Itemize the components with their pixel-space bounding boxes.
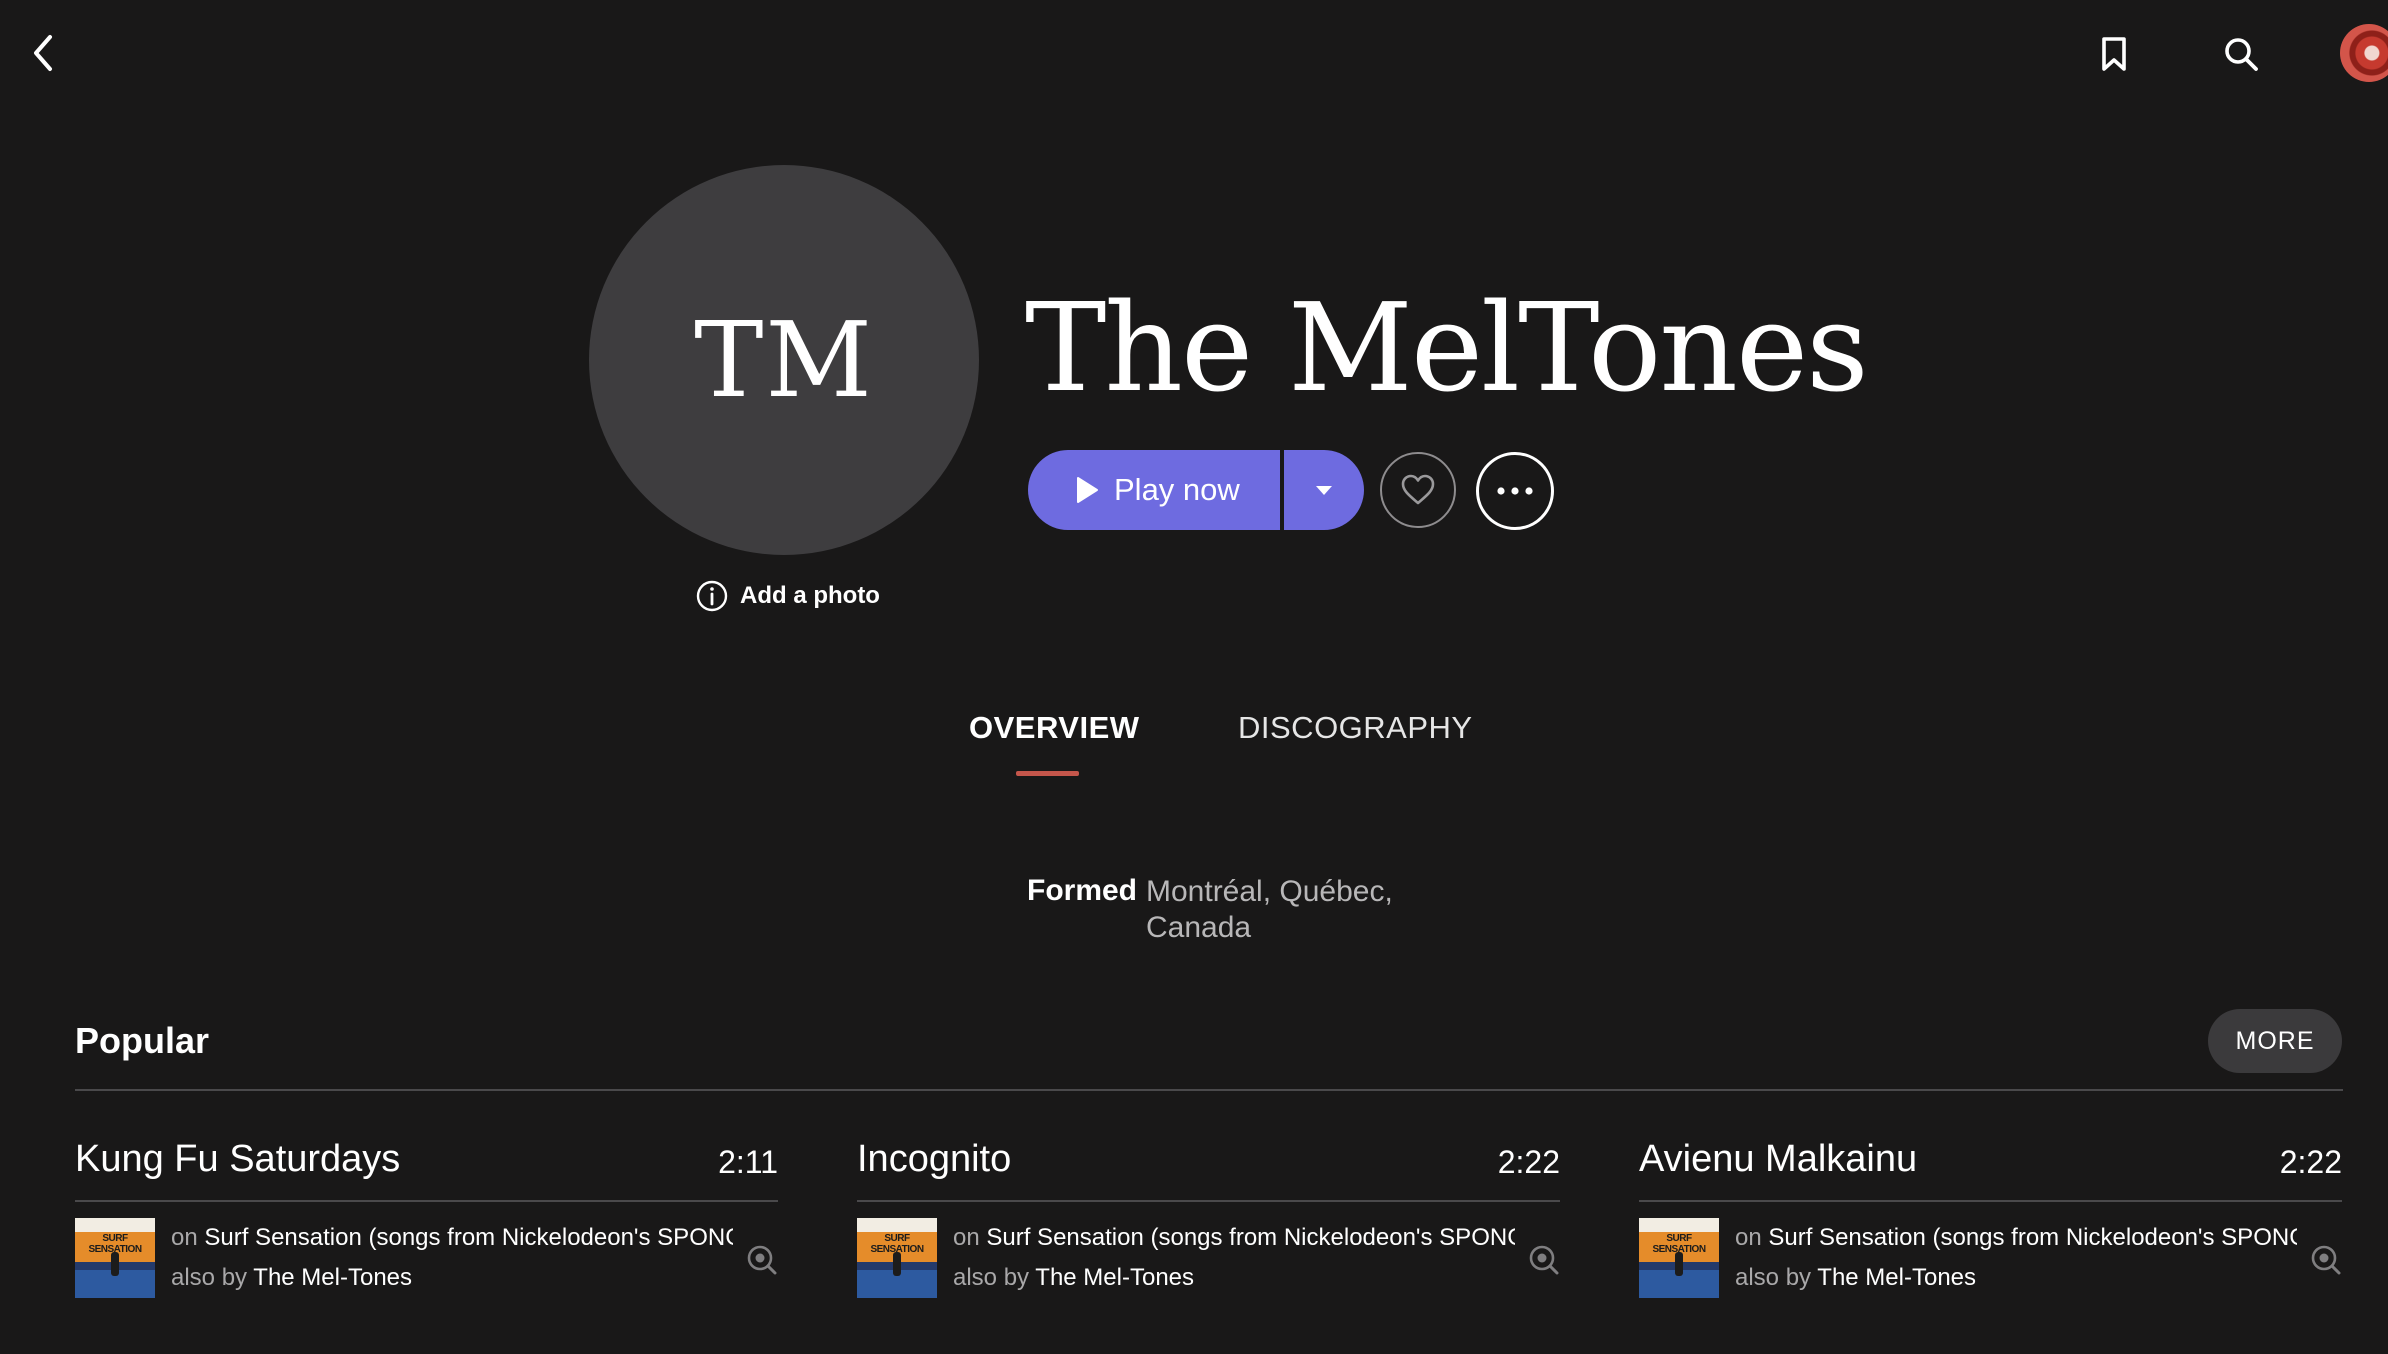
user-avatar[interactable] [2340, 24, 2388, 82]
record-search-icon[interactable] [1528, 1244, 1560, 1276]
section-divider [75, 1089, 2343, 1091]
track-divider [857, 1200, 1560, 1202]
album-link[interactable]: Surf Sensation (songs from Nickelodeon's… [204, 1224, 733, 1251]
track-item[interactable]: Kung Fu Saturdays 2:11 SURF SENSATION on… [75, 1130, 778, 1310]
track-also-line: also by The Mel-Tones [171, 1264, 412, 1292]
chevron-down-icon [1316, 486, 1332, 495]
play-now-button[interactable]: Play now [1028, 450, 1280, 530]
track-album-line: on Surf Sensation (songs from Nickelodeo… [171, 1224, 733, 1252]
also-artist-link[interactable]: The Mel-Tones [1035, 1264, 1194, 1291]
album-cover[interactable]: SURF SENSATION [1639, 1218, 1719, 1298]
heart-icon [1401, 474, 1435, 505]
search-icon [2225, 38, 2258, 71]
play-options-dropdown[interactable] [1284, 450, 1364, 530]
favorite-button[interactable] [1380, 452, 1456, 528]
more-popular-button[interactable]: MORE [2208, 1009, 2342, 1073]
search-button[interactable] [2214, 28, 2268, 80]
record-search-icon[interactable] [746, 1244, 778, 1276]
album-link[interactable]: Surf Sensation (songs from Nickelodeon's… [1768, 1224, 2297, 1251]
back-button[interactable] [20, 28, 66, 78]
album-cover-text: SURF SENSATION [88, 1233, 142, 1255]
tab-discography[interactable]: DISCOGRAPHY [1238, 710, 1473, 746]
artist-initials: TM [694, 299, 874, 421]
album-link[interactable]: Surf Sensation (songs from Nickelodeon's… [986, 1224, 1515, 1251]
track-album-line: on Surf Sensation (songs from Nickelodeo… [953, 1224, 1515, 1252]
on-prefix: on [953, 1224, 980, 1251]
active-tab-indicator [1016, 771, 1079, 776]
track-also-line: also by The Mel-Tones [953, 1264, 1194, 1292]
track-item[interactable]: Avienu Malkainu 2:22 SURF SENSATION on S… [1639, 1130, 2342, 1310]
track-item[interactable]: Incognito 2:22 SURF SENSATION on Surf Se… [857, 1130, 1560, 1310]
also-by-prefix: also by [953, 1264, 1030, 1291]
more-options-button[interactable] [1476, 452, 1554, 530]
album-cover-text: SURF SENSATION [1652, 1233, 1706, 1255]
artist-name: The MelTones [1025, 277, 1869, 419]
track-title[interactable]: Kung Fu Saturdays [75, 1138, 400, 1181]
artist-initials-circle: TM [589, 165, 979, 555]
album-cover-text: SURF SENSATION [870, 1233, 924, 1255]
add-photo-label: Add a photo [740, 582, 880, 609]
play-icon [1077, 477, 1098, 503]
add-photo-link[interactable]: Add a photo [696, 577, 880, 615]
formed-label: Formed [1027, 874, 1138, 907]
also-artist-link[interactable]: The Mel-Tones [253, 1264, 412, 1291]
track-duration: 2:22 [1497, 1144, 1560, 1180]
bookmark-icon [2102, 37, 2126, 71]
popular-section-title: Popular [75, 1020, 210, 1061]
record-search-icon[interactable] [2310, 1244, 2342, 1276]
track-title[interactable]: Incognito [857, 1138, 1011, 1181]
track-also-line: also by The Mel-Tones [1735, 1264, 1976, 1292]
also-by-prefix: also by [171, 1264, 248, 1291]
album-cover[interactable]: SURF SENSATION [75, 1218, 155, 1298]
track-divider [75, 1200, 778, 1202]
on-prefix: on [171, 1224, 198, 1251]
also-by-prefix: also by [1735, 1264, 1812, 1291]
tab-overview[interactable]: OVERVIEW [969, 710, 1140, 746]
track-album-line: on Surf Sensation (songs from Nickelodeo… [1735, 1224, 2297, 1252]
album-cover[interactable]: SURF SENSATION [857, 1218, 937, 1298]
track-divider [1639, 1200, 2342, 1202]
also-artist-link[interactable]: The Mel-Tones [1817, 1264, 1976, 1291]
play-now-label: Play now [1114, 472, 1240, 507]
bookmark-button[interactable] [2088, 28, 2140, 80]
formed-location[interactable]: Montréal, Québec, Canada [1146, 874, 1426, 946]
back-icon [34, 35, 52, 71]
track-duration: 2:11 [718, 1144, 778, 1180]
track-duration: 2:22 [2279, 1144, 2342, 1180]
on-prefix: on [1735, 1224, 1762, 1251]
track-title[interactable]: Avienu Malkainu [1639, 1138, 1917, 1181]
info-icon [696, 580, 728, 612]
ellipsis-icon [1497, 487, 1533, 495]
